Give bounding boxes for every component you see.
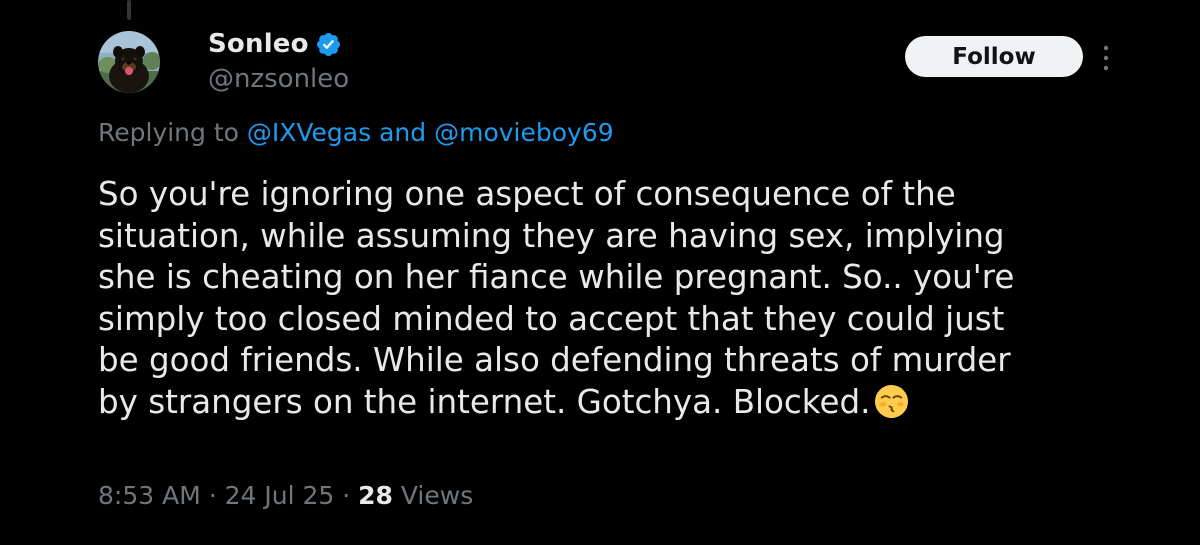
tweet-text-line: So you're ignoring one aspect of consequ… [98, 175, 956, 213]
author-handle[interactable]: @nzsonleo [208, 64, 349, 94]
mention-link-movieboy69[interactable]: @movieboy69 [434, 118, 614, 147]
meta-separator: · [334, 481, 359, 510]
author-name-row: Sonleo [208, 26, 342, 62]
tweet-text-line: simply too closed minded to accept that … [98, 299, 1005, 338]
tweet-text: So you're ignoring one aspect of consequ… [98, 174, 1158, 423]
replying-to-context: Replying to @IXVegas and @movieboy69 [98, 118, 614, 147]
thread-connector-line [127, 0, 131, 20]
dog-avatar-icon [98, 31, 160, 93]
replying-to-label: Replying to [98, 118, 247, 147]
views-count[interactable]: 28 [358, 481, 393, 510]
author-display-name[interactable]: Sonleo [208, 29, 309, 59]
views-label[interactable]: Views [393, 481, 473, 510]
tweet-date[interactable]: 24 Jul 25 [225, 481, 335, 510]
tweet-time[interactable]: 8:53 AM [98, 481, 201, 510]
tweet-text-line: she is cheating on her fiance while preg… [98, 258, 1015, 296]
tweet-text-line: situation, while assuming they are havin… [98, 216, 1005, 255]
tweet-text-line: by strangers on the internet. Gotchya. B… [98, 382, 871, 421]
tweet-text-line: be good friends. While also defending th… [98, 341, 1011, 379]
kissing-face-emoji-icon [874, 384, 909, 419]
tweet-metadata: 8:53 AM · 24 Jul 25 · 28 Views [98, 481, 473, 510]
meta-separator: · [200, 481, 225, 510]
mention-connector[interactable]: and [371, 118, 434, 147]
mention-link-ixvegas[interactable]: @IXVegas [247, 118, 371, 147]
avatar[interactable] [98, 31, 160, 93]
more-vertical-icon[interactable] [1096, 40, 1116, 76]
tweet-text-last-line: by strangers on the internet. Gotchya. B… [98, 382, 1158, 424]
verified-badge-icon[interactable] [315, 31, 342, 58]
follow-button[interactable]: Follow [905, 36, 1083, 77]
